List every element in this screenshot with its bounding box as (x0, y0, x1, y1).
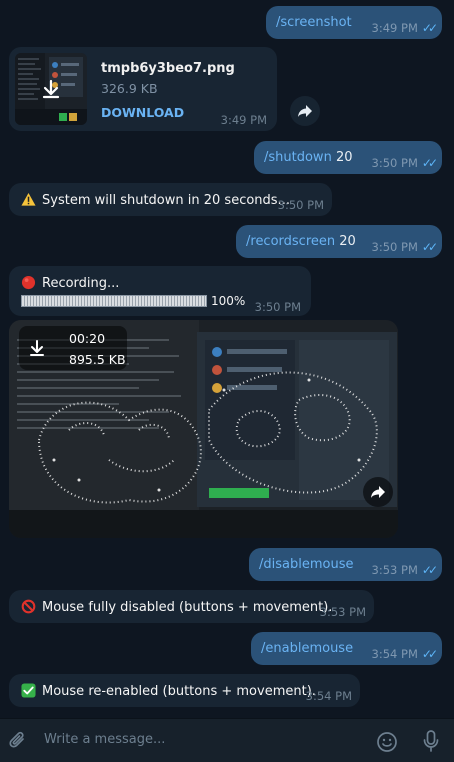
file-size: 326.9 KB (101, 81, 158, 96)
read-checks-icon: ✓✓ (421, 647, 438, 661)
message-outgoing-shutdown[interactable]: /shutdown 20 3:50 PM ✓✓ (254, 141, 442, 174)
message-meta: 3:50 PM ✓✓ (371, 240, 438, 254)
message-meta: 3:53 PM ✓✓ (371, 563, 438, 577)
command-link[interactable]: /shutdown (264, 150, 332, 165)
progress-bar (21, 295, 207, 307)
message-incoming-mouse-enabled[interactable]: Mouse re-enabled (buttons + movement). 3… (9, 674, 360, 707)
message-time: 3:54 PM (305, 689, 352, 703)
message-text: Recording... (42, 276, 120, 291)
command-link[interactable]: /enablemouse (261, 641, 353, 656)
message-time: 3:53 PM (319, 605, 366, 619)
video-size: 895.5 KB (69, 352, 126, 367)
message-input[interactable]: Write a message... (44, 732, 165, 747)
message-input-bar: Write a message... (0, 718, 454, 762)
video-forward-button[interactable] (363, 477, 393, 507)
forward-button[interactable] (290, 96, 320, 126)
message-time: 3:50 PM (254, 300, 301, 314)
message-time: 3:49 PM (371, 21, 418, 35)
forward-arrow-icon (371, 486, 385, 498)
download-link[interactable]: DOWNLOAD (101, 105, 184, 120)
message-meta: 3:49 PM ✓✓ (371, 21, 438, 35)
microphone-icon (423, 730, 439, 752)
message-outgoing-screenshot[interactable]: /screenshot 3:49 PM ✓✓ (266, 6, 442, 39)
message-incoming-mouse-disabled[interactable]: Mouse fully disabled (buttons + movement… (9, 590, 374, 623)
message-text: Mouse fully disabled (buttons + movement… (42, 600, 333, 615)
file-thumbnail[interactable] (15, 53, 87, 125)
progress-label: 100% (211, 294, 246, 308)
message-time: 3:50 PM (371, 240, 418, 254)
message-time: 3:53 PM (371, 563, 418, 577)
read-checks-icon: ✓✓ (421, 240, 438, 254)
message-outgoing-enablemouse[interactable]: /enablemouse 3:54 PM ✓✓ (251, 632, 442, 665)
forward-arrow-icon (298, 105, 312, 117)
progress-fill (22, 296, 206, 306)
message-meta: 3:54 PM ✓✓ (371, 647, 438, 661)
message-incoming-recording[interactable]: Recording... 100% 3:50 PM (9, 266, 311, 316)
video-duration: 00:20 (69, 331, 106, 346)
message-text: System will shutdown in 20 seconds... (42, 193, 290, 208)
smile-icon (377, 732, 397, 752)
message-outgoing-disablemouse[interactable]: /disablemouse 3:53 PM ✓✓ (249, 548, 442, 581)
read-checks-icon: ✓✓ (421, 156, 438, 170)
command-link[interactable]: /recordscreen (246, 234, 335, 249)
download-icon[interactable] (37, 75, 65, 103)
paperclip-icon (9, 731, 24, 748)
read-checks-icon: ✓✓ (421, 21, 438, 35)
check-mark-icon (21, 683, 36, 698)
message-time: 3:54 PM (371, 647, 418, 661)
video-message[interactable]: 00:20 895.5 KB (9, 320, 398, 538)
red-circle-icon (21, 275, 36, 290)
attach-button[interactable] (6, 729, 30, 753)
prohibited-icon (21, 599, 36, 614)
read-checks-icon: ✓✓ (421, 563, 438, 577)
message-time: 3:49 PM (220, 113, 267, 127)
file-name: tmpb6y3beo7.png (101, 61, 235, 76)
emoji-button[interactable] (374, 729, 400, 755)
message-text: Mouse re-enabled (buttons + movement). (42, 684, 316, 699)
command-link[interactable]: /disablemouse (259, 557, 353, 572)
warning-icon (21, 192, 36, 206)
message-time: 3:50 PM (277, 198, 324, 212)
message-outgoing-recordscreen[interactable]: /recordscreen 20 3:50 PM ✓✓ (236, 225, 442, 258)
message-time: 3:50 PM (371, 156, 418, 170)
message-incoming-shutdown-warning[interactable]: System will shutdown in 20 seconds... 3:… (9, 183, 332, 216)
message-meta: 3:50 PM ✓✓ (371, 156, 438, 170)
chat-history[interactable]: /screenshot 3:49 PM ✓✓ tmpb6y3beo7.png 3… (0, 0, 454, 718)
message-file[interactable]: tmpb6y3beo7.png 326.9 KB DOWNLOAD 3:49 P… (9, 47, 277, 131)
voice-message-button[interactable] (419, 728, 443, 754)
command-link[interactable]: /screenshot (276, 15, 352, 30)
video-download-icon[interactable] (27, 338, 47, 358)
